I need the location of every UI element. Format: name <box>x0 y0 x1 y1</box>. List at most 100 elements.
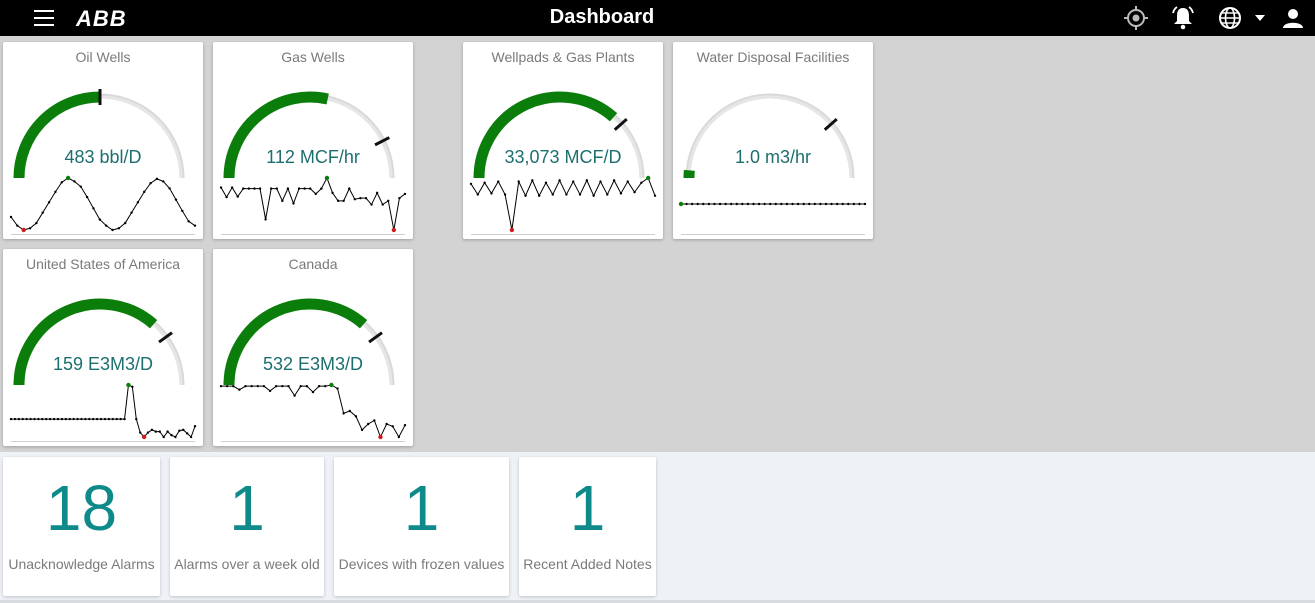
sparkline-point <box>258 187 262 190</box>
sparkline-point <box>517 180 520 183</box>
sparkline-point <box>79 185 82 188</box>
gauge-card-title: United States of America <box>25 256 181 272</box>
sparkline-max-point <box>65 175 71 181</box>
sparkline-point <box>64 417 68 421</box>
caret-down-icon[interactable] <box>1253 5 1267 31</box>
gauge-card-gas-wells[interactable]: Gas Wells 112 MCF/hr <box>213 42 413 239</box>
sparkline-point <box>256 384 259 388</box>
sparkline-point <box>763 202 766 206</box>
kpi-value: 1 <box>569 472 606 544</box>
sparkline-point <box>309 187 312 190</box>
sparkline-point <box>381 203 384 206</box>
sparkline-point <box>60 181 63 184</box>
sparkline-point <box>21 417 24 421</box>
gauge-card-oil-wells[interactable]: Oil Wells 483 bbl/D <box>3 42 203 239</box>
gauge-reading: 532 E3M3/D <box>262 354 364 374</box>
gauge-card-title: Canada <box>288 256 338 272</box>
sparkline-chart <box>9 382 197 440</box>
sparkline-point <box>154 430 158 433</box>
sparkline-point <box>746 202 750 206</box>
sparkline-point <box>690 202 694 206</box>
sparkline-point <box>189 435 193 439</box>
sparkline-point <box>236 195 239 198</box>
sparkline-point <box>47 201 51 204</box>
sparkline-chart <box>678 201 867 207</box>
sparkline-point <box>33 417 36 421</box>
sparkline-point <box>354 415 358 418</box>
sparkline-point <box>29 417 32 421</box>
kpi-tile-frozen-devices[interactable]: 1 Devices with frozen values <box>334 457 509 596</box>
sparkline-point <box>130 211 133 214</box>
sparkline-point <box>292 202 295 205</box>
gauge-card-title: Gas Wells <box>281 49 345 65</box>
sparkline-point <box>181 209 184 213</box>
sparkline-point <box>293 394 296 397</box>
kpi-tile-unacknowledged-alarms[interactable]: 18 Unacknowledge Alarms <box>3 457 160 596</box>
sparkline-point <box>483 181 486 184</box>
sparkline-point <box>297 187 301 190</box>
sparkline-baseline <box>11 441 195 442</box>
sparkline-point <box>324 384 327 388</box>
sparkline-point <box>84 417 87 421</box>
sparkline-point <box>774 202 777 206</box>
sparkline-point <box>219 186 223 189</box>
sparkline-point <box>146 431 150 434</box>
sparkline-point <box>281 199 284 203</box>
sparkline-point <box>397 435 401 439</box>
gauge-card-water-disposal[interactable]: Water Disposal Facilities 1.0 m3/hr <box>673 42 873 239</box>
sparkline-point <box>275 187 278 190</box>
sparkline-point <box>370 203 373 206</box>
sparkline-point <box>592 194 595 197</box>
sparkline-point <box>311 390 315 394</box>
sparkline-point <box>253 187 256 190</box>
sparkline-line <box>11 384 196 438</box>
sparkline-point <box>469 182 473 186</box>
kpi-tile-old-alarms[interactable]: 1 Alarms over a week old <box>170 457 324 596</box>
bell-icon[interactable] <box>1170 5 1196 31</box>
sparkline-point <box>353 198 357 201</box>
sparkline-point <box>387 199 390 203</box>
gauge-card-canada[interactable]: Canada 532 E3M3/D <box>213 249 413 446</box>
sparkline-point <box>68 417 71 421</box>
gauge-reading: 33,073 MCF/D <box>504 147 622 167</box>
sparkline-point <box>54 190 57 194</box>
sparkline-max-point <box>126 382 131 388</box>
sparkline-point <box>168 187 171 190</box>
gauge-card-wellpads-gas-plants[interactable]: Wellpads & Gas Plants 33,073 MCF/D <box>463 42 663 239</box>
sparkline-point <box>155 177 159 181</box>
sparkline-point <box>99 417 103 421</box>
kpi-label: Unacknowledge Alarms <box>8 556 155 572</box>
sparkline-point <box>28 227 32 230</box>
sparkline-point <box>269 187 273 190</box>
sparkline-point <box>143 190 146 194</box>
sparkline-point <box>342 199 345 203</box>
sparkline-point <box>9 417 13 421</box>
sparkline-point <box>713 202 716 206</box>
sparkline-point <box>162 435 165 439</box>
sparkline-point <box>808 202 811 206</box>
sparkline-chart <box>219 382 407 440</box>
gauge-card-united-states[interactable]: United States of America 159 E3M3/D <box>3 249 203 446</box>
user-icon[interactable] <box>1280 5 1306 31</box>
kpi-tile-recent-notes[interactable]: 1 Recent Added Notes <box>519 457 656 596</box>
sparkline-point <box>45 417 48 421</box>
sparkline-point <box>791 202 794 206</box>
sparkline-point <box>757 202 761 206</box>
sparkline-point <box>524 194 527 197</box>
sparkline-max-point <box>329 382 334 388</box>
sparkline-point <box>250 384 253 388</box>
sparkline-point <box>685 202 688 206</box>
sparkline-min-point <box>391 227 397 233</box>
sparkline-point <box>35 221 38 225</box>
globe-icon[interactable] <box>1217 5 1243 31</box>
sparkline-point <box>841 202 844 206</box>
sparkline-point <box>702 202 705 206</box>
sparkline-point <box>219 384 223 388</box>
sparkline-point <box>391 425 394 428</box>
sparkline-point <box>92 417 95 421</box>
sparkline-point <box>606 193 609 196</box>
sparkline-point <box>287 384 290 388</box>
sparkline-point <box>819 202 822 206</box>
location-icon[interactable] <box>1123 5 1149 31</box>
sparkline-max-point <box>324 175 330 181</box>
